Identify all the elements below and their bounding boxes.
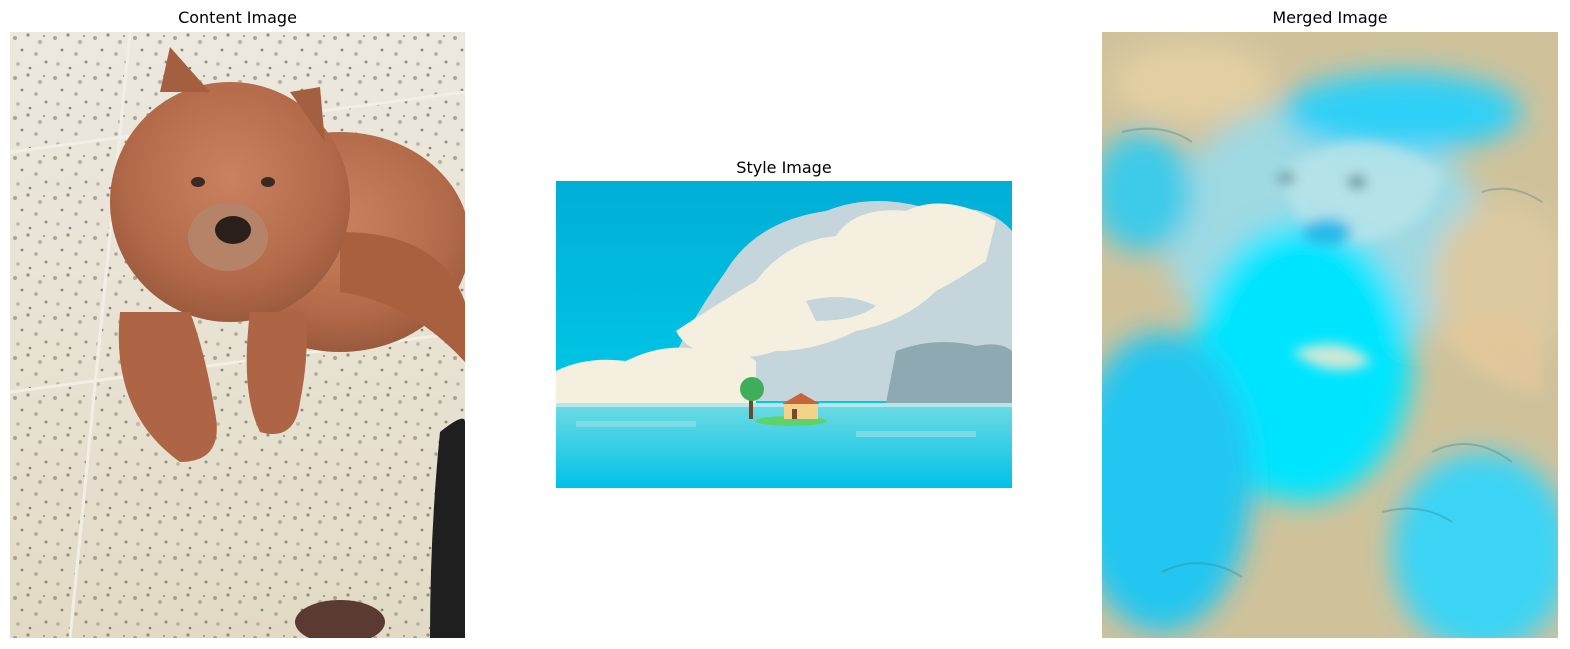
style-image-graphic [556, 181, 1012, 488]
content-image-graphic [10, 32, 465, 638]
style-image [556, 181, 1012, 488]
merged-image-title: Merged Image [1272, 8, 1388, 27]
content-image-title: Content Image [178, 8, 297, 27]
merged-image [1102, 32, 1558, 638]
style-image-title: Style Image [736, 158, 832, 177]
content-image [10, 32, 465, 638]
merged-image-graphic [1102, 32, 1558, 638]
